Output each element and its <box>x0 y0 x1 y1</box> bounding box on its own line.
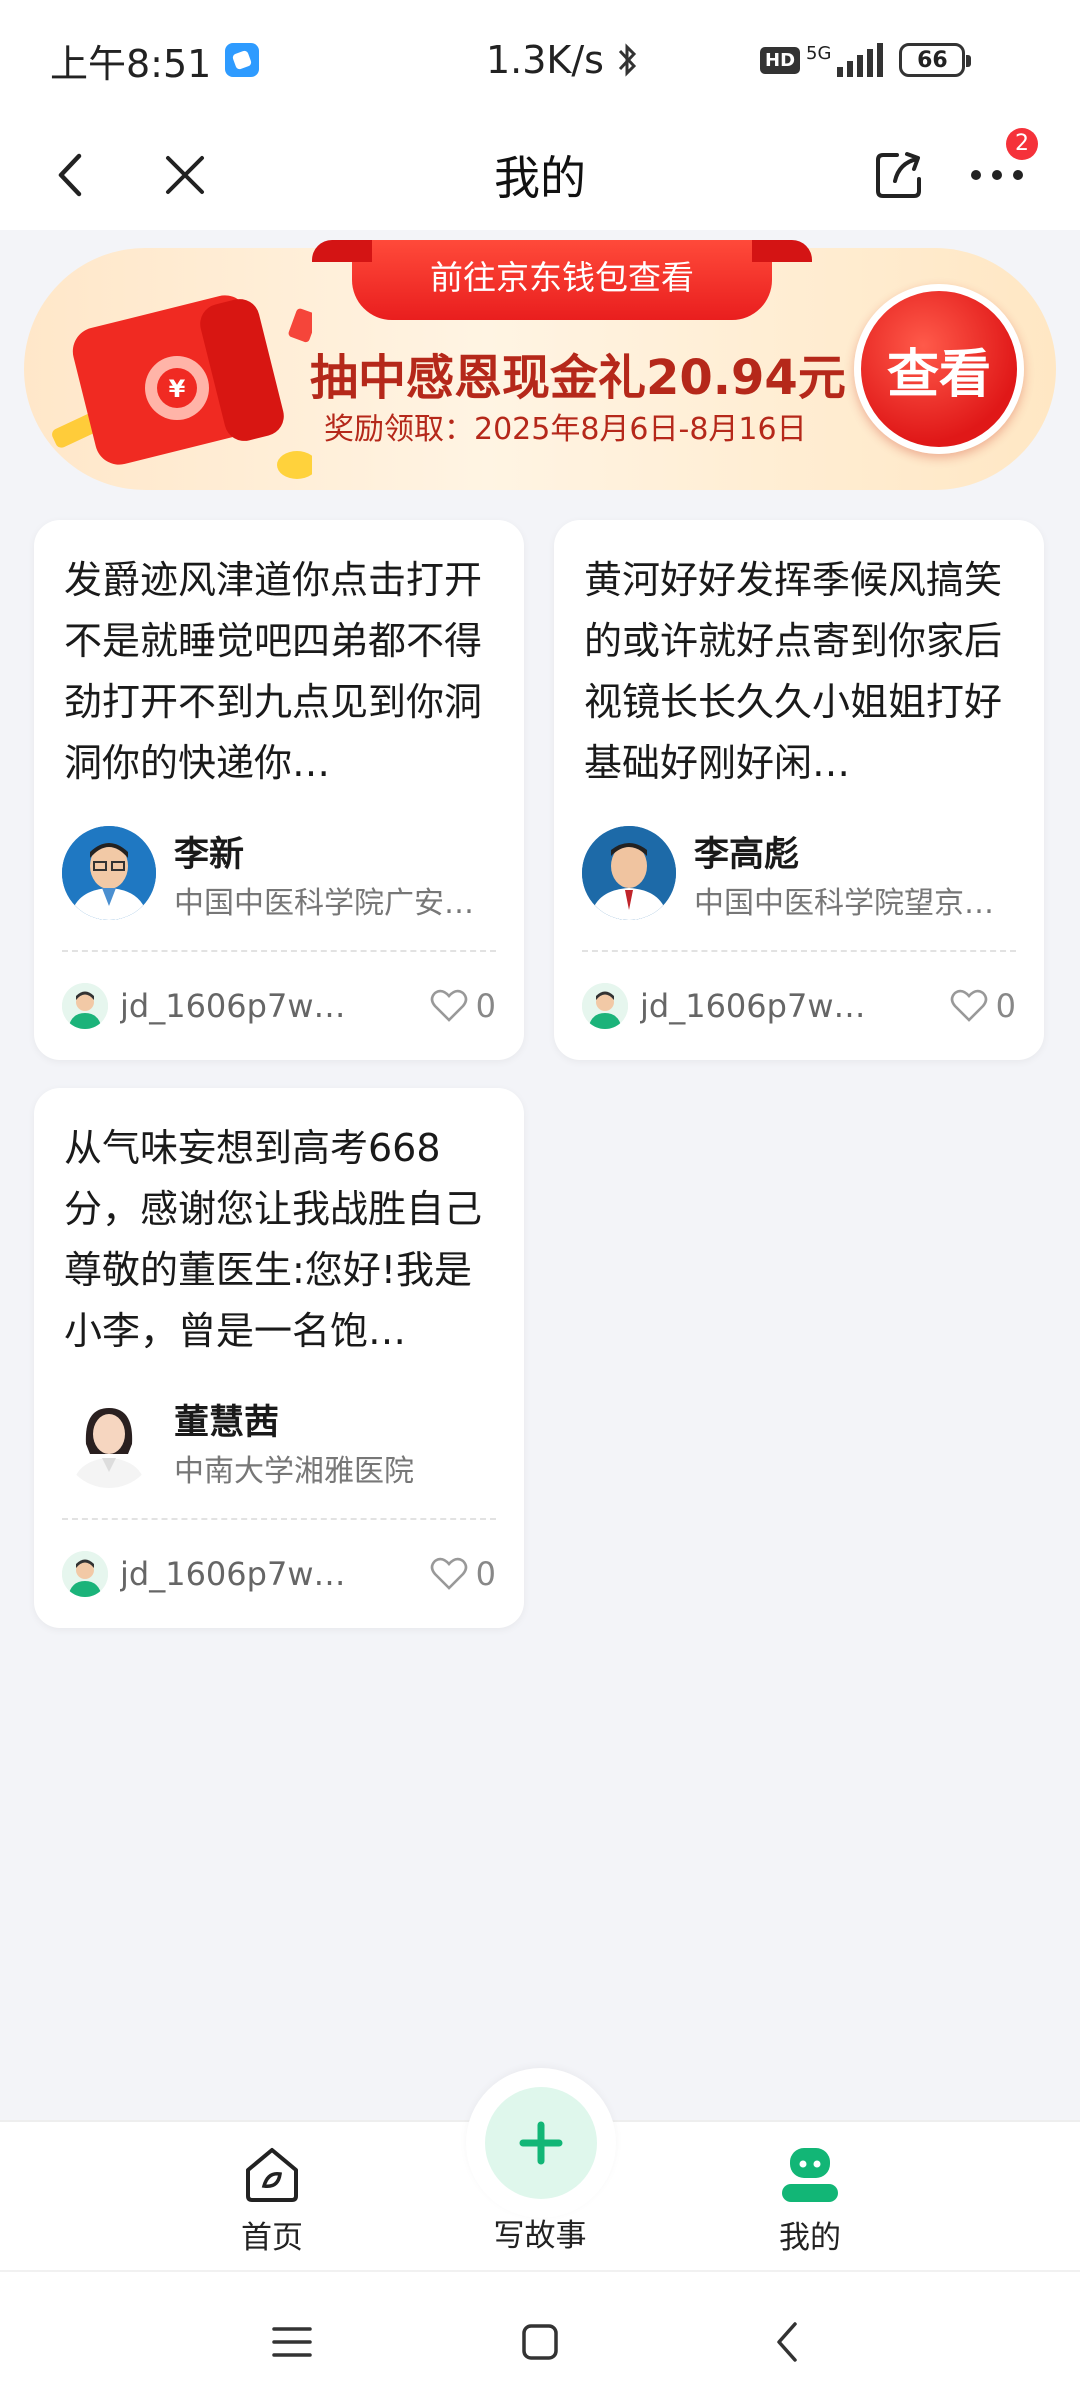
card-footer: jd_1606p7w1… 0 <box>62 978 496 1034</box>
doctor-hospital: 中国中医科学院望京… <box>694 886 994 921</box>
card-divider <box>582 950 1016 952</box>
story-card[interactable]: 从气味妄想到高考668分，感谢您让我战胜自己尊敬的董医生:您好!我是小李，曾是一… <box>34 1088 524 1628</box>
network-speed: 1.3K/s <box>486 38 604 82</box>
user-name: jd_1606p7w1… <box>120 987 360 1025</box>
network-type: 5G <box>806 43 832 64</box>
battery-icon: 66 <box>899 43 972 77</box>
svg-text:¥: ¥ <box>169 375 186 403</box>
story-card[interactable]: 黄河好好发挥季候风搞笑的或许就好点寄到你家后视镜长长久久小姐姐打好基础好刚好闲…… <box>554 520 1044 1060</box>
write-story-button[interactable] <box>466 2068 616 2218</box>
share-button[interactable] <box>864 140 934 210</box>
battery-level: 66 <box>917 47 948 73</box>
like-count: 0 <box>475 987 496 1025</box>
heart-icon <box>430 989 467 1022</box>
doctor-name: 董慧茜 <box>174 1403 280 1443</box>
like-button[interactable]: 0 <box>950 987 1016 1025</box>
heart-icon <box>430 1557 467 1590</box>
doctor-name: 李高彪 <box>694 835 800 875</box>
heart-icon <box>950 989 987 1022</box>
view-button[interactable]: 查看 <box>854 284 1024 454</box>
notification-badge: 2 <box>1006 128 1038 160</box>
close-button[interactable] <box>150 140 220 210</box>
doctor-avatar <box>62 1394 156 1488</box>
doctor-info[interactable]: 董慧茜 中南大学湘雅医院 <box>62 1394 502 1490</box>
back-chevron-icon <box>777 2322 797 2362</box>
promo-banner[interactable]: 前往京东钱包查看 ¥ 抽中感恩现金礼20.94元 奖励领取：2025年8月6日-… <box>24 240 1056 490</box>
doctor-info[interactable]: 李新 中国中医科学院广安… <box>62 826 502 922</box>
card-divider <box>62 1518 496 1520</box>
tab-home-label: 首页 <box>241 2220 303 2256</box>
banner-tab[interactable]: 前往京东钱包查看 <box>312 240 812 320</box>
system-nav-bar <box>0 2270 1080 2400</box>
doctor-name: 李新 <box>174 835 245 875</box>
doctor-hospital: 中南大学湘雅医院 <box>174 1454 414 1489</box>
plus-icon <box>519 2121 563 2165</box>
doctor-info[interactable]: 李高彪 中国中医科学院望京… <box>582 826 1022 922</box>
like-count: 0 <box>475 1555 496 1593</box>
like-count: 0 <box>995 987 1016 1025</box>
tab-mine[interactable]: 我的 <box>730 2142 890 2257</box>
banner-date: 奖励领取：2025年8月6日-8月16日 <box>324 412 807 447</box>
story-text: 从气味妄想到高考668分，感谢您让我战胜自己尊敬的董医生:您好!我是小李，曾是一… <box>64 1126 483 1353</box>
share-icon <box>876 152 921 198</box>
user-avatar <box>62 1551 108 1597</box>
back-button[interactable] <box>36 140 106 210</box>
system-home-button[interactable] <box>510 2312 570 2372</box>
bluetooth-icon <box>618 43 637 77</box>
user-avatar <box>62 983 108 1029</box>
back-arrow-icon <box>58 153 82 197</box>
like-button[interactable]: 0 <box>430 1555 496 1593</box>
menu-icon <box>272 2327 312 2357</box>
fab-circle <box>485 2087 597 2199</box>
card-footer: jd_1606p7w1… 0 <box>62 1546 496 1602</box>
user-avatar <box>582 983 628 1029</box>
more-dots-icon <box>971 170 1023 180</box>
like-button[interactable]: 0 <box>430 987 496 1025</box>
card-footer: jd_1606p7w1… 0 <box>582 978 1016 1034</box>
close-icon <box>166 156 204 194</box>
square-home-icon <box>522 2324 558 2360</box>
system-menu-button[interactable] <box>262 2312 322 2372</box>
doctor-hospital: 中国中医科学院广安… <box>174 886 474 921</box>
doctor-avatar <box>582 826 676 920</box>
top-nav-bar: 我的 2 <box>0 120 1080 230</box>
tab-mine-label: 我的 <box>779 2220 841 2256</box>
story-card[interactable]: 发爵迹风津道你点击打开不是就睡觉吧四弟都不得劲打开不到九点见到你洞洞你的快递你…… <box>34 520 524 1060</box>
signal-icon <box>837 43 884 77</box>
status-time: 上午8:51 <box>50 41 212 86</box>
user-name: jd_1606p7w1… <box>120 1555 360 1593</box>
user-name: jd_1606p7w1… <box>640 987 880 1025</box>
system-back-button[interactable] <box>758 2312 818 2372</box>
banner-headline: 抽中感恩现金礼20.94元 <box>310 350 846 406</box>
story-text: 发爵迹风津道你点击打开不是就睡觉吧四弟都不得劲打开不到九点见到你洞洞你的快递你… <box>64 558 483 785</box>
more-button[interactable]: 2 <box>962 128 1038 210</box>
doctor-avatar <box>62 826 156 920</box>
profile-icon <box>782 2148 838 2202</box>
red-wallet-icon: ¥ <box>52 295 312 479</box>
hd-badge: HD <box>760 46 801 74</box>
app-notification-icon <box>225 43 260 77</box>
story-text: 黄河好好发挥季候风搞笑的或许就好点寄到你家后视镜长长久久小姐姐打好基础好刚好闲… <box>584 558 1003 785</box>
card-divider <box>62 950 496 952</box>
status-bar: 上午8:51 1.3K/s HD 5G 66 <box>0 0 1080 120</box>
tab-home[interactable]: 首页 <box>192 2142 352 2257</box>
home-icon <box>246 2148 298 2202</box>
